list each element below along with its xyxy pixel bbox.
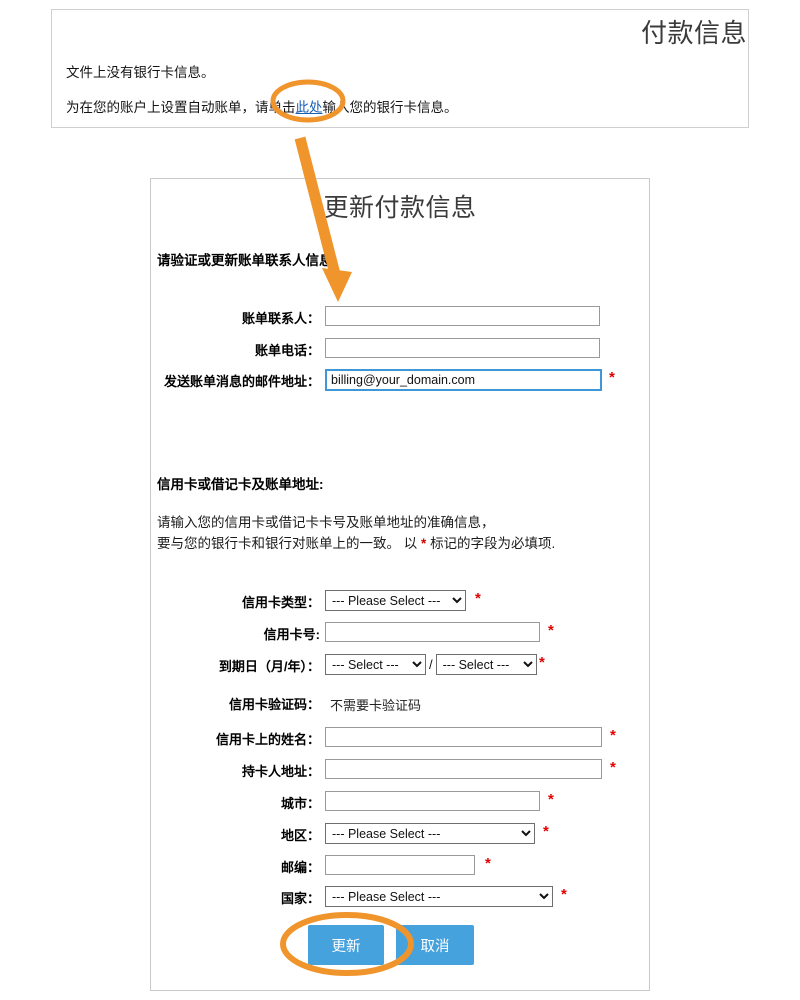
- required-star-expiry: *: [539, 654, 545, 671]
- expiry-month-select[interactable]: --- Select ---: [325, 654, 426, 675]
- cardholder-address-label: 持卡人地址：: [241, 764, 320, 779]
- required-star-country: *: [561, 886, 567, 903]
- update-button[interactable]: 更新: [308, 925, 384, 965]
- billing-email-label: 发送账单消息的邮件地址：: [163, 374, 320, 389]
- card-number-label: 信用卡号:: [263, 627, 320, 642]
- card-type-select[interactable]: --- Please Select ---: [325, 590, 466, 611]
- card-intro-text: 请输入您的信用卡或借记卡卡号及账单地址的准确信息， 要与您的银行卡和银行对账单上…: [157, 512, 555, 554]
- notice-no-card-text: 文件上没有银行卡信息。: [66, 65, 215, 80]
- card-intro-line1: 请输入您的信用卡或借记卡卡号及账单地址的准确信息，: [157, 515, 495, 530]
- billing-contact-label: 账单联系人：: [241, 311, 320, 326]
- cancel-button[interactable]: 取消: [396, 925, 474, 965]
- cvv-label: 信用卡验证码：: [228, 697, 320, 712]
- expiry-separator: /: [429, 656, 433, 672]
- required-star-legend: *: [421, 536, 427, 551]
- required-star-cardholder-address: *: [610, 759, 616, 776]
- row-city: 城市： *: [155, 791, 645, 813]
- notice-autopay-text: 为在您的账户上设置自动账单，请单击此处输入您的银行卡信息。: [66, 96, 458, 116]
- region-label: 地区：: [280, 828, 320, 843]
- form-title: 更新付款信息: [323, 194, 477, 222]
- contact-section-heading: 请验证或更新账单联系人信息: [157, 253, 333, 268]
- region-select[interactable]: --- Please Select ---: [325, 823, 535, 844]
- card-section-heading: 信用卡或借记卡及账单地址:: [157, 477, 324, 492]
- name-on-card-label: 信用卡上的姓名：: [215, 732, 320, 747]
- name-on-card-input[interactable]: [325, 727, 602, 747]
- card-type-label: 信用卡类型：: [241, 595, 320, 610]
- billing-contact-input[interactable]: [325, 306, 600, 326]
- required-star-card-number: *: [548, 622, 554, 639]
- country-label: 国家：: [280, 891, 320, 906]
- page-title: 付款信息: [640, 18, 747, 48]
- row-cvv: 信用卡验证码： 不需要卡验证码: [155, 692, 645, 714]
- row-region: 地区： --- Please Select --- *: [155, 823, 645, 845]
- row-card-type: 信用卡类型： --- Please Select --- *: [155, 590, 645, 612]
- billing-phone-input[interactable]: [325, 338, 600, 358]
- expiry-year-select[interactable]: --- Select ---: [435, 654, 537, 675]
- required-star-billing-email: *: [609, 369, 615, 386]
- city-label: 城市：: [280, 796, 320, 811]
- card-intro-line2-b: 标记的字段为必填项.: [430, 536, 556, 551]
- billing-phone-label: 账单电话：: [254, 343, 320, 358]
- country-select[interactable]: --- Please Select ---: [325, 886, 553, 907]
- row-billing-email: 发送账单消息的邮件地址： *: [155, 369, 645, 391]
- required-star-card-type: *: [475, 590, 481, 607]
- notice-text-before-link: 为在您的账户上设置自动账单，请单击: [66, 100, 296, 115]
- postal-code-input[interactable]: [325, 855, 475, 875]
- enter-card-info-link[interactable]: 此处: [296, 100, 323, 115]
- row-country: 国家： --- Please Select --- *: [155, 886, 645, 908]
- row-postal-code: 邮编： *: [155, 855, 645, 877]
- required-star-city: *: [548, 791, 554, 808]
- cvv-static-text: 不需要卡验证码: [330, 698, 422, 713]
- required-star-region: *: [543, 823, 549, 840]
- city-input[interactable]: [325, 791, 540, 811]
- card-intro-line2-a: 要与您的银行卡和银行对账单上的一致。 以: [157, 536, 418, 551]
- expiry-label: 到期日（月/年）：: [218, 659, 320, 674]
- billing-email-input[interactable]: [325, 369, 602, 391]
- card-number-input[interactable]: [325, 622, 540, 642]
- row-expiry-date: 到期日（月/年）： --- Select --- / --- Select --…: [155, 654, 645, 676]
- notice-text-after-link: 输入您的银行卡信息。: [322, 100, 458, 115]
- required-star-name-on-card: *: [610, 727, 616, 744]
- row-billing-contact: 账单联系人：: [155, 306, 645, 328]
- row-name-on-card: 信用卡上的姓名： *: [155, 727, 645, 749]
- row-cardholder-address: 持卡人地址： *: [155, 759, 645, 781]
- row-card-number: 信用卡号: *: [155, 622, 645, 644]
- row-billing-phone: 账单电话：: [155, 338, 645, 360]
- required-star-postal-code: *: [485, 855, 491, 872]
- postal-code-label: 邮编：: [280, 860, 320, 875]
- cardholder-address-input[interactable]: [325, 759, 602, 779]
